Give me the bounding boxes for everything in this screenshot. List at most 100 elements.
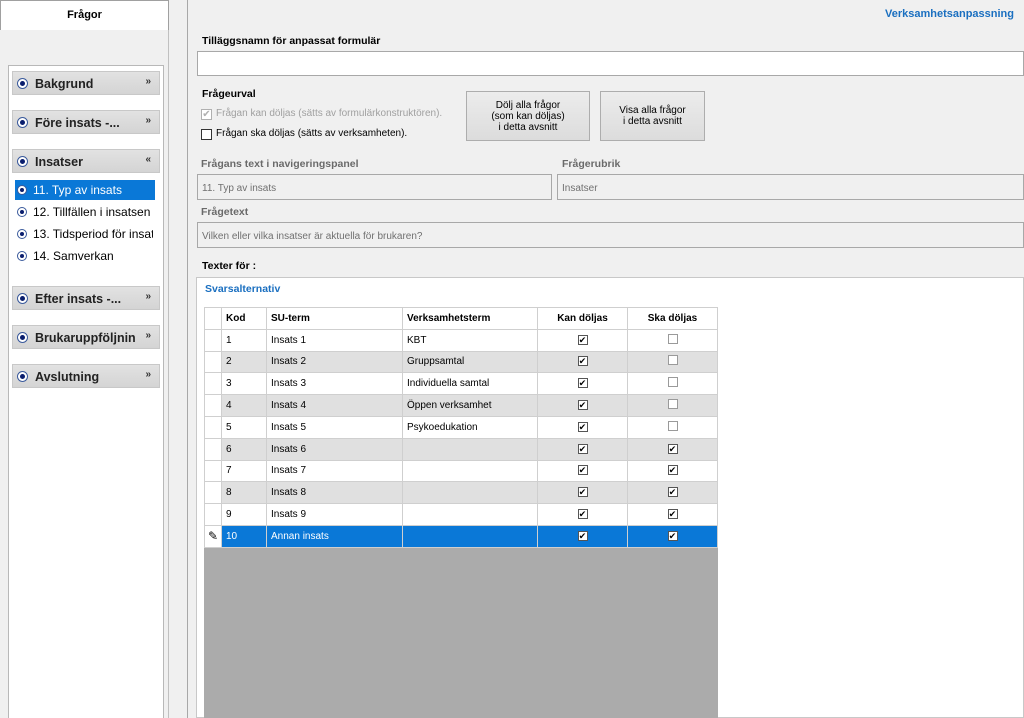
- cell-kod[interactable]: 9: [221, 503, 267, 526]
- table-row[interactable]: 9 Insats 9 ✔ ✔: [204, 503, 718, 526]
- cell-kod[interactable]: 8: [221, 481, 267, 505]
- table-row[interactable]: 1 Insats 1 KBT ✔: [204, 328, 718, 352]
- checkbox[interactable]: [667, 377, 678, 388]
- expand-icon[interactable]: »: [145, 330, 151, 341]
- cell-su-term[interactable]: Insats 4: [266, 394, 403, 417]
- nav-item-tillfallen[interactable]: 12. Tillfällen i insatsen: [15, 202, 155, 222]
- table-row[interactable]: 2 Insats 2 Gruppsamtal ✔: [204, 350, 718, 374]
- checkbox[interactable]: [667, 333, 678, 344]
- cell-ska-doljas: [627, 415, 718, 439]
- row-selector[interactable]: [204, 459, 222, 483]
- col-header-kod[interactable]: Kod: [221, 307, 267, 330]
- section-efter-insats[interactable]: Efter insats -... »: [12, 286, 160, 310]
- table-row[interactable]: 3 Insats 3 Individuella samtal ✔: [204, 372, 718, 396]
- cell-verksamhetsterm[interactable]: [402, 503, 538, 526]
- expand-icon[interactable]: »: [145, 115, 151, 126]
- checkbox: ✔: [577, 509, 588, 520]
- cell-su-term[interactable]: Insats 8: [266, 481, 403, 505]
- cell-su-term[interactable]: Insats 2: [266, 350, 403, 374]
- cell-kan-doljas: ✔: [537, 350, 628, 374]
- row-selector[interactable]: [204, 503, 222, 526]
- question-nav-list: Bakgrund » Före insats -... » Insatser «…: [8, 65, 164, 718]
- col-header-kan-doljas[interactable]: Kan döljas: [537, 307, 628, 330]
- col-header-verksamhetsterm[interactable]: Verksamhetsterm: [402, 307, 538, 330]
- section-label: Efter insats -...: [35, 292, 122, 306]
- cell-kan-doljas: ✔: [537, 524, 628, 548]
- show-all-button[interactable]: Visa alla frågor i detta avsnitt: [600, 91, 705, 141]
- nav-text-value: 11. Typ av insats: [202, 183, 277, 194]
- cell-su-term[interactable]: Insats 6: [266, 437, 403, 461]
- cell-ska-doljas: ✔: [627, 481, 718, 505]
- cell-kod[interactable]: 5: [221, 415, 267, 439]
- addon-name-input[interactable]: [197, 51, 1024, 76]
- nav-item-typ-av-insats[interactable]: 11. Typ av insats: [15, 180, 155, 200]
- cell-su-term[interactable]: Insats 3: [266, 372, 403, 396]
- cell-verksamhetsterm[interactable]: [402, 524, 538, 548]
- table-row[interactable]: 4 Insats 4 Öppen verksamhet ✔: [204, 394, 718, 417]
- table-row[interactable]: 5 Insats 5 Psykoedukation ✔: [204, 415, 718, 439]
- section-insatser[interactable]: Insatser «: [12, 149, 160, 173]
- row-selector[interactable]: [204, 437, 222, 461]
- col-header-ska-doljas[interactable]: Ska döljas: [627, 307, 718, 330]
- section-fore-insats[interactable]: Före insats -... »: [12, 110, 160, 134]
- pencil-icon[interactable]: ✎: [204, 524, 222, 548]
- section-bakgrund[interactable]: Bakgrund »: [12, 71, 160, 95]
- checkbox[interactable]: ✔: [667, 443, 678, 454]
- cell-su-term[interactable]: Insats 5: [266, 415, 403, 439]
- cell-kod[interactable]: 4: [221, 394, 267, 417]
- cell-verksamhetsterm[interactable]: [402, 481, 538, 505]
- cell-kod[interactable]: 2: [221, 350, 267, 374]
- cell-kod[interactable]: 7: [221, 459, 267, 483]
- cell-kod[interactable]: 3: [221, 372, 267, 396]
- table-row[interactable]: ✎ 10 Annan insats ✔ ✔: [204, 524, 718, 548]
- checkbox[interactable]: ✔: [667, 465, 678, 476]
- app-window: Frågor Bakgrund » Före insats -... » Ins…: [0, 0, 1024, 718]
- cell-su-term[interactable]: Annan insats: [266, 524, 403, 548]
- table-row[interactable]: 6 Insats 6 ✔ ✔: [204, 437, 718, 461]
- cell-verksamhetsterm[interactable]: KBT: [402, 328, 538, 352]
- cell-verksamhetsterm[interactable]: Gruppsamtal: [402, 350, 538, 374]
- nav-item-label: 14. Samverkan: [33, 249, 114, 263]
- checkbox[interactable]: [667, 420, 678, 431]
- hide-all-button[interactable]: Dölj alla frågor (som kan döljas) i dett…: [466, 91, 590, 141]
- row-selector[interactable]: [204, 415, 222, 439]
- should-hide-checkbox[interactable]: [201, 129, 212, 140]
- texter-label: Texter för :: [202, 260, 257, 272]
- expand-icon[interactable]: »: [145, 369, 151, 380]
- cell-verksamhetsterm[interactable]: Individuella samtal: [402, 372, 538, 396]
- collapse-icon[interactable]: «: [145, 154, 151, 165]
- nav-item-samverkan[interactable]: 14. Samverkan: [15, 246, 155, 266]
- cell-kan-doljas: ✔: [537, 372, 628, 396]
- nav-item-tidsperiod[interactable]: 13. Tidsperiod för insatsen: [15, 224, 155, 244]
- cell-kod[interactable]: 6: [221, 437, 267, 461]
- row-selector[interactable]: [204, 394, 222, 417]
- cell-su-term[interactable]: Insats 9: [266, 503, 403, 526]
- cell-su-term[interactable]: Insats 1: [266, 328, 403, 352]
- checkbox[interactable]: [667, 355, 678, 366]
- expand-icon[interactable]: »: [145, 291, 151, 302]
- cell-kod[interactable]: 1: [221, 328, 267, 352]
- section-brukaruppfoljning[interactable]: Brukaruppföljning... »: [12, 325, 160, 349]
- cell-ska-doljas: [627, 328, 718, 352]
- row-selector[interactable]: [204, 328, 222, 352]
- row-selector[interactable]: [204, 481, 222, 505]
- checkbox[interactable]: ✔: [667, 530, 678, 541]
- cell-verksamhetsterm[interactable]: [402, 437, 538, 461]
- row-selector[interactable]: [204, 350, 222, 374]
- cell-su-term[interactable]: Insats 7: [266, 459, 403, 483]
- cell-verksamhetsterm[interactable]: [402, 459, 538, 483]
- table-row[interactable]: 8 Insats 8 ✔ ✔: [204, 481, 718, 505]
- cell-kod[interactable]: 10: [221, 524, 267, 548]
- checkbox[interactable]: [667, 399, 678, 410]
- checkbox[interactable]: ✔: [667, 487, 678, 498]
- section-avslutning[interactable]: Avslutning »: [12, 364, 160, 388]
- col-header-su-term[interactable]: SU-term: [266, 307, 403, 330]
- table-row[interactable]: 7 Insats 7 ✔ ✔: [204, 459, 718, 483]
- row-selector[interactable]: [204, 372, 222, 396]
- checkbox[interactable]: ✔: [667, 509, 678, 520]
- tab-fragor[interactable]: Frågor: [0, 0, 169, 30]
- cell-verksamhetsterm[interactable]: Psykoedukation: [402, 415, 538, 439]
- expand-icon[interactable]: »: [145, 76, 151, 87]
- tab-svarsalternativ[interactable]: Svarsalternativ: [205, 283, 280, 295]
- cell-verksamhetsterm[interactable]: Öppen verksamhet: [402, 394, 538, 417]
